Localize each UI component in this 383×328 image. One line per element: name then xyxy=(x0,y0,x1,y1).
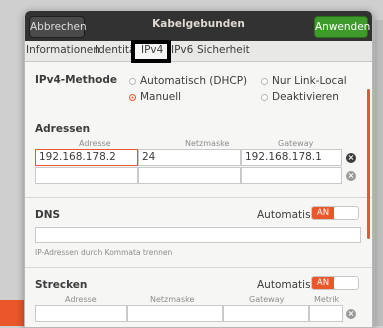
radio-disabled[interactable]: Deaktivieren xyxy=(261,91,339,103)
dialog-titlebar: Abbrechen Kabelgebunden Anwenden xyxy=(25,11,372,41)
address-column-header: Adresse xyxy=(79,139,111,148)
gateway-input[interactable]: 192.168.178.1 xyxy=(241,149,342,166)
gateway-input-empty[interactable] xyxy=(241,167,342,184)
dns-input[interactable] xyxy=(35,227,361,243)
route-address-input[interactable] xyxy=(35,305,127,322)
route-netmask-input[interactable] xyxy=(127,305,223,322)
route-netmask-header: Netzmaske xyxy=(150,295,195,304)
remove-empty-row-icon[interactable]: × xyxy=(346,171,356,181)
radio-link-local-indicator xyxy=(261,77,268,85)
routes-toggle-state: AN xyxy=(312,277,334,289)
remove-address-row-icon[interactable]: × xyxy=(346,153,356,163)
radio-link-local-label: Nur Link-Local xyxy=(272,75,347,87)
radio-link-local[interactable]: Nur Link-Local xyxy=(261,75,347,87)
netmask-input-empty[interactable] xyxy=(138,167,241,184)
ipv4-method-label: IPv4-Methode xyxy=(35,74,118,86)
tab-ipv6[interactable]: IPv6 xyxy=(171,44,193,56)
gateway-column-header: Gateway xyxy=(278,139,314,148)
route-metric-header: Metrik xyxy=(314,295,340,304)
tab-information[interactable]: Informationen xyxy=(26,44,100,56)
netmask-input[interactable]: 24 xyxy=(138,149,241,166)
scrollbar[interactable] xyxy=(367,89,370,239)
addresses-section-label: Adressen xyxy=(35,123,91,135)
dns-auto-toggle[interactable]: AN xyxy=(311,206,359,220)
radio-disabled-label: Deaktivieren xyxy=(272,91,339,103)
routes-section-label: Strecken xyxy=(35,279,88,291)
dns-hint: IP-Adressen durch Kommata trennen xyxy=(35,248,173,257)
route-gateway-header: Gateway xyxy=(249,295,285,304)
radio-manual-label: Manuell xyxy=(140,91,182,103)
radio-dhcp[interactable]: Automatisch (DHCP) xyxy=(129,75,247,87)
background-window-edge xyxy=(375,20,383,326)
address-input[interactable]: 192.168.178.2 xyxy=(35,149,138,166)
address-input-empty[interactable] xyxy=(35,167,138,184)
dns-section-label: DNS xyxy=(35,209,61,221)
radio-dhcp-label: Automatisch (DHCP) xyxy=(140,75,248,87)
section-divider xyxy=(25,197,372,198)
network-settings-dialog: Abbrechen Kabelgebunden Anwenden Informa… xyxy=(24,10,373,328)
radio-manual-indicator xyxy=(129,93,136,101)
radio-dhcp-indicator xyxy=(129,77,136,85)
routes-auto-toggle[interactable]: AN xyxy=(311,276,359,290)
netmask-column-header: Netzmaske xyxy=(185,139,230,148)
tab-ipv4[interactable]: IPv4 xyxy=(141,44,163,56)
section-divider-2 xyxy=(25,267,372,268)
tab-security[interactable]: Sicherheit xyxy=(197,44,250,56)
tab-bar: Informationen Identität IPv4 IPv6 Sicher… xyxy=(25,40,372,63)
route-gateway-input[interactable] xyxy=(223,305,309,322)
dns-toggle-state: AN xyxy=(312,207,334,219)
radio-manual[interactable]: Manuell xyxy=(129,91,181,103)
radio-disabled-indicator xyxy=(261,93,268,101)
apply-button[interactable]: Anwenden xyxy=(314,16,370,38)
remove-route-row-icon[interactable]: × xyxy=(346,309,356,319)
route-address-header: Adresse xyxy=(65,295,97,304)
route-metric-input[interactable] xyxy=(309,305,343,322)
